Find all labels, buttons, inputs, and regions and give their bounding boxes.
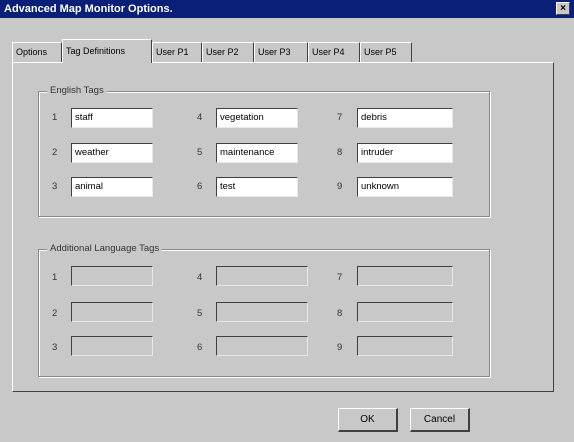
english-tags-label: English Tags	[47, 85, 107, 96]
additional-tags-group: Additional Language Tags 1 2 3 4 5 6 7 8…	[38, 243, 490, 377]
tab-label: Options	[16, 47, 48, 57]
english-tag-field-7[interactable]: debris	[357, 108, 453, 128]
close-icon: ×	[560, 3, 566, 14]
tag-number: 7	[337, 112, 343, 123]
options-dialog: Advanced Map Monitor Options. × Options …	[0, 0, 574, 442]
tag-number: 8	[337, 147, 343, 158]
tag-number: 4	[197, 272, 203, 283]
tag-number: 6	[197, 181, 203, 192]
tag-number: 9	[337, 181, 343, 192]
tab-user-p1[interactable]: User P1	[152, 42, 202, 62]
tag-number: 5	[197, 147, 203, 158]
tag-number: 9	[337, 342, 343, 353]
additional-tag-field-4[interactable]	[216, 266, 308, 286]
tab-user-p2[interactable]: User P2	[202, 42, 254, 62]
tab-user-p4[interactable]: User P4	[308, 42, 360, 62]
english-tag-field-9[interactable]: unknown	[357, 177, 453, 197]
tag-number: 7	[337, 272, 343, 283]
english-tag-field-3[interactable]: animal	[71, 177, 153, 197]
tag-number: 4	[197, 112, 203, 123]
additional-tag-field-3[interactable]	[71, 336, 153, 356]
additional-tag-field-2[interactable]	[71, 302, 153, 322]
tab-tag-definitions[interactable]: Tag Definitions	[62, 39, 152, 63]
tab-panel: English Tags 1 staff 2 weather 3 animal …	[12, 62, 554, 392]
tab-label: User P1	[156, 47, 189, 57]
additional-tag-field-6[interactable]	[216, 336, 308, 356]
tab-label: User P4	[312, 47, 345, 57]
additional-tag-field-7[interactable]	[357, 266, 453, 286]
english-tag-field-8[interactable]: intruder	[357, 143, 453, 163]
tag-number: 2	[52, 308, 58, 319]
cancel-button[interactable]: Cancel	[410, 408, 470, 432]
english-tag-field-1[interactable]: staff	[71, 108, 153, 128]
additional-tags-label: Additional Language Tags	[47, 243, 163, 254]
additional-tag-field-8[interactable]	[357, 302, 453, 322]
tab-label: User P5	[364, 47, 397, 57]
english-tag-field-5[interactable]: maintenance	[216, 143, 298, 163]
tag-number: 1	[52, 112, 58, 123]
title-bar: Advanced Map Monitor Options.	[0, 0, 574, 18]
tab-label: Tag Definitions	[66, 46, 126, 56]
tab-user-p5[interactable]: User P5	[360, 42, 412, 62]
english-tags-group: English Tags 1 staff 2 weather 3 animal …	[38, 85, 490, 217]
tab-label: User P2	[206, 47, 239, 57]
english-tag-field-4[interactable]: vegetation	[216, 108, 298, 128]
tag-number: 3	[52, 342, 58, 353]
english-tag-field-2[interactable]: weather	[71, 143, 153, 163]
tag-number: 6	[197, 342, 203, 353]
tag-number: 1	[52, 272, 58, 283]
tag-number: 8	[337, 308, 343, 319]
window-title: Advanced Map Monitor Options.	[4, 3, 173, 15]
additional-tag-field-9[interactable]	[357, 336, 453, 356]
tab-options[interactable]: Options	[12, 42, 62, 62]
close-button[interactable]: ×	[556, 2, 570, 15]
additional-tag-field-5[interactable]	[216, 302, 308, 322]
tab-label: User P3	[258, 47, 291, 57]
ok-button[interactable]: OK	[338, 408, 398, 432]
tag-number: 5	[197, 308, 203, 319]
english-tag-field-6[interactable]: test	[216, 177, 298, 197]
additional-tag-field-1[interactable]	[71, 266, 153, 286]
tag-number: 2	[52, 147, 58, 158]
tab-user-p3[interactable]: User P3	[254, 42, 308, 62]
tag-number: 3	[52, 181, 58, 192]
